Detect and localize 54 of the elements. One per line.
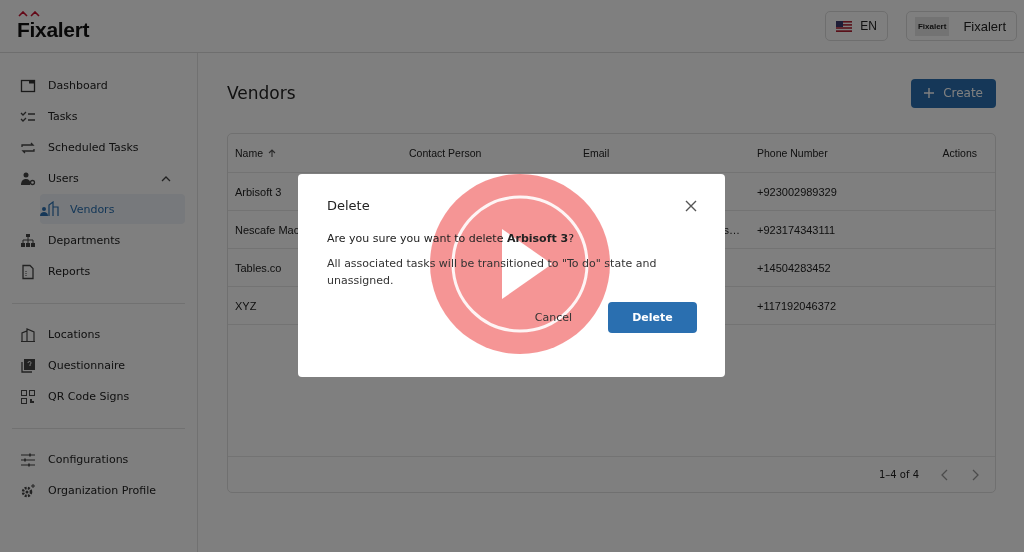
column-header[interactable]: Contact Person bbox=[409, 147, 482, 159]
table-cell: Tables.co bbox=[235, 261, 282, 274]
language-selector[interactable]: EN bbox=[825, 11, 888, 41]
table-cell: +14504283452 bbox=[757, 261, 831, 274]
document-icon bbox=[20, 263, 36, 280]
cancel-button[interactable]: Cancel bbox=[528, 310, 578, 325]
sidebar-item[interactable]: Configurations bbox=[20, 444, 185, 475]
fixalert-logo: Fixalert bbox=[17, 10, 90, 42]
hierarchy-icon bbox=[20, 232, 36, 249]
create-button[interactable]: Create bbox=[911, 78, 996, 108]
organization-selector[interactable]: Fixalert Fixalert bbox=[905, 11, 1017, 41]
arrow-up-icon[interactable] bbox=[267, 147, 277, 159]
confirmation-message: Are you sure you want to delete Arbisoft 3? bbox=[327, 232, 575, 245]
column-header[interactable]: Actions bbox=[942, 147, 977, 159]
sidebar-item[interactable]: Vendors bbox=[40, 194, 185, 224]
page-title: Vendors bbox=[227, 83, 296, 103]
table-cell: XYZ bbox=[235, 299, 257, 312]
sidebar-item[interactable]: Locations bbox=[20, 319, 185, 350]
sidebar-item[interactable]: QR Code Signs bbox=[20, 381, 185, 412]
column-header[interactable]: Name bbox=[235, 147, 263, 159]
sidebar-item[interactable]: Scheduled Tasks bbox=[20, 132, 185, 163]
question-icon bbox=[20, 357, 36, 374]
sliders-icon bbox=[20, 451, 36, 468]
dialog-title: Delete bbox=[327, 198, 370, 213]
sidebar-item[interactable]: Organization Profile bbox=[20, 475, 185, 506]
sidebar-item[interactable]: Users bbox=[20, 163, 185, 194]
table-cell: Arbisoft 3 bbox=[235, 185, 282, 198]
sidebar-item[interactable]: Dashboard bbox=[20, 70, 185, 101]
column-header[interactable]: Phone Number bbox=[757, 147, 828, 159]
table-cell: +923002989329 bbox=[757, 185, 837, 198]
sidebar-item[interactable]: Reports bbox=[20, 256, 185, 287]
gear-icon bbox=[20, 482, 36, 499]
qr-code-icon bbox=[20, 388, 36, 405]
close-icon[interactable] bbox=[685, 199, 697, 212]
sidebar-item[interactable]: Departments bbox=[20, 225, 185, 256]
sidebar-item[interactable]: Questionnaire bbox=[20, 350, 185, 381]
plus-icon bbox=[924, 88, 935, 98]
user-gear-icon bbox=[20, 170, 36, 187]
warning-text: All associated tasks will be transitioned to "To do" state and unassigned. bbox=[327, 256, 657, 289]
table-cell: +923174343111 bbox=[757, 223, 836, 236]
pagination-count: 1–4 of 4 bbox=[878, 469, 919, 480]
vendor-building-icon bbox=[40, 201, 60, 217]
previous-page-icon[interactable] bbox=[941, 468, 949, 481]
dashboard-icon bbox=[20, 77, 36, 94]
sidebar-item[interactable]: Tasks bbox=[20, 101, 185, 132]
next-page-icon[interactable] bbox=[971, 468, 979, 481]
delete-button[interactable]: Delete bbox=[608, 302, 697, 333]
table-cell: +117192046372 bbox=[757, 299, 837, 312]
column-header[interactable]: Email bbox=[583, 147, 610, 159]
organization-name: Fixalert bbox=[963, 18, 1006, 34]
organization-logo: Fixalert bbox=[914, 16, 950, 36]
us-flag-icon bbox=[836, 20, 853, 32]
building-icon bbox=[20, 326, 36, 343]
table-cell: Nescafe Mac bbox=[235, 223, 300, 236]
